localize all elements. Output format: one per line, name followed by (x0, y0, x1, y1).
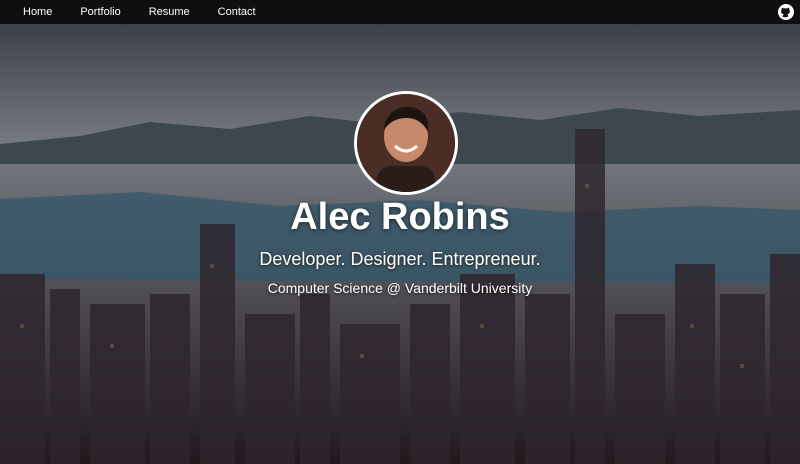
nav-portfolio[interactable]: Portfolio (80, 0, 120, 24)
avatar (354, 91, 458, 195)
nav-contact[interactable]: Contact (218, 0, 256, 24)
hero-name: Alec Robins (290, 196, 510, 238)
profile-photo (357, 94, 455, 192)
nav-resume[interactable]: Resume (149, 0, 190, 24)
nav-home[interactable]: Home (23, 0, 52, 24)
city-skyline-image (0, 24, 800, 464)
hero-tagline: Developer. Designer. Entrepreneur. (259, 249, 541, 269)
top-navbar: Home Portfolio Resume Contact (0, 0, 800, 24)
nav-links: Home Portfolio Resume Contact (23, 0, 284, 24)
hero-section: Alec Robins Developer. Designer. Entrepr… (0, 24, 800, 464)
hero-subtitle: Computer Science @ Vanderbilt University (267, 280, 533, 296)
github-icon[interactable] (778, 4, 794, 20)
